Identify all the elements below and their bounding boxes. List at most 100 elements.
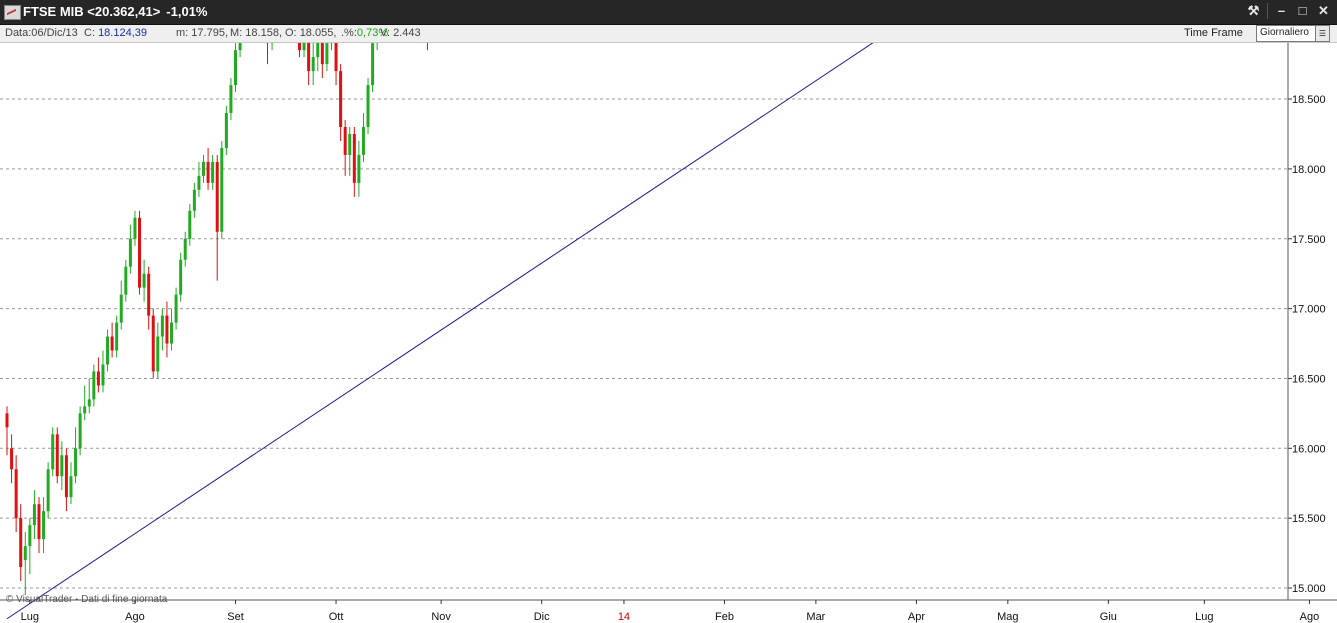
x-tick-label: Dic [534, 611, 550, 623]
info-close-value: 18.124,39 [98, 27, 147, 39]
info-volume-label: V: [380, 27, 390, 39]
quote-info-bar: Data:06/Dic/13 C: 18.124,39 m: 17.795, M… [0, 25, 1337, 43]
candle-body [156, 336, 160, 372]
candle-body [320, 43, 324, 65]
candle-body [311, 57, 315, 72]
candle-body [238, 43, 242, 51]
instrument-title: FTSE MIB <20.362,41> [23, 4, 161, 19]
x-tick-label: Lug [21, 611, 39, 623]
candle-body [147, 273, 151, 316]
candle-body [74, 448, 78, 477]
timeframe-select[interactable]: Giornaliero ☰ [1256, 25, 1330, 42]
candle-body [101, 364, 105, 386]
info-max-value: 18.158, [245, 27, 282, 39]
candle-body [83, 406, 87, 414]
info-close: C: 18.124,39 [84, 27, 147, 39]
candle-body [10, 448, 14, 470]
candle-body [183, 238, 187, 260]
x-tick-label: Apr [908, 611, 925, 623]
candle-body [119, 294, 123, 323]
candle-body [19, 518, 23, 568]
maximize-button[interactable]: □ [1295, 3, 1310, 19]
app-chart-icon [4, 5, 21, 20]
y-tick-label: 17.500 [1292, 234, 1326, 246]
x-tick-label: Set [227, 611, 244, 623]
candle-body [42, 511, 46, 540]
candle-body [339, 71, 343, 127]
candle-body [96, 371, 100, 386]
candle-body [357, 154, 361, 183]
candle-body [316, 43, 320, 58]
candle-body [165, 315, 169, 344]
info-open: O: 18.055, [285, 27, 336, 39]
candle-body [138, 217, 142, 288]
timeframe-label: Time Frame [1184, 27, 1243, 39]
candle-body [55, 434, 59, 477]
minimize-button[interactable]: – [1274, 3, 1289, 19]
candle-body [78, 413, 82, 449]
y-tick-label: 15.000 [1292, 583, 1326, 595]
x-tick-label: Ott [329, 611, 344, 623]
instrument-change: -1,01% [166, 4, 208, 19]
info-close-label: C: [84, 27, 95, 39]
watermark-text: © VisualTrader - Dati di fine giornata [6, 594, 168, 605]
candle-body [343, 126, 347, 155]
y-tick-label: 15.500 [1292, 513, 1326, 525]
candle-body [229, 85, 233, 114]
candle-body [206, 161, 210, 183]
candle-body [352, 133, 356, 183]
candle-body [115, 322, 119, 351]
x-tick-label: Lug [1195, 611, 1213, 623]
candle-body [46, 469, 50, 512]
candle-body [124, 266, 128, 295]
candle-body [106, 336, 110, 365]
candle-body [371, 43, 375, 86]
candle-body [151, 315, 155, 372]
info-volume-value: 2.443 [393, 27, 421, 39]
tools-icon[interactable]: ⚒ [1246, 3, 1261, 19]
candle-body [307, 43, 311, 72]
info-max: M: 18.158, [230, 27, 282, 39]
candle-body [334, 43, 338, 72]
candle-body [234, 50, 237, 86]
info-min-value: 17.795, [191, 27, 228, 39]
candle-body [5, 413, 9, 428]
x-tick-label: Mar [806, 611, 825, 623]
candle-body [170, 322, 174, 344]
candle-body [215, 161, 219, 232]
info-open-label: O: [285, 27, 297, 39]
x-tick-label: Ago [1300, 611, 1320, 623]
trendline [6, 43, 874, 620]
candle-body [188, 210, 192, 239]
candlestick-chart[interactable]: 15.000 15.500 16.000 16.500 17.000 17.500 18.0… [0, 43, 1337, 623]
candle-body [192, 189, 196, 211]
y-tick-label: 18.500 [1292, 94, 1326, 106]
candle-body [361, 126, 365, 155]
candle-body [179, 259, 183, 295]
candle-body [297, 43, 301, 51]
candle-body [87, 399, 91, 407]
info-open-value: 18.055, [299, 27, 337, 39]
y-tick-label: 17.000 [1292, 304, 1326, 316]
x-tick-label: Nov [431, 611, 451, 623]
chart-area[interactable]: 15.000 15.500 16.000 16.500 17.000 17.500 18.0… [0, 43, 1337, 623]
candle-body [28, 525, 32, 547]
info-date: Data:06/Dic/13 [5, 27, 78, 39]
candle-body [302, 43, 306, 51]
y-tick-label: 18.000 [1292, 164, 1326, 176]
candle-body [202, 161, 206, 176]
window-controls: ⚒ – □ ✕ [1246, 3, 1331, 19]
window-titlebar: FTSE MIB <20.362,41> -1,01% ⚒ – □ ✕ [0, 0, 1337, 25]
timeframe-value: Giornaliero [1260, 27, 1309, 38]
close-button[interactable]: ✕ [1316, 3, 1331, 19]
candle-body [348, 133, 352, 155]
info-pct-label: .%: [341, 27, 357, 39]
candle-body [110, 336, 114, 351]
dropdown-arrow-icon[interactable]: ☰ [1315, 26, 1329, 41]
candle-body [220, 147, 224, 232]
candle-body [37, 504, 41, 540]
candle-body [51, 434, 55, 470]
control-divider [1267, 3, 1268, 19]
x-tick-label: Giu [1100, 611, 1117, 623]
y-tick-label: 16.500 [1292, 373, 1326, 385]
